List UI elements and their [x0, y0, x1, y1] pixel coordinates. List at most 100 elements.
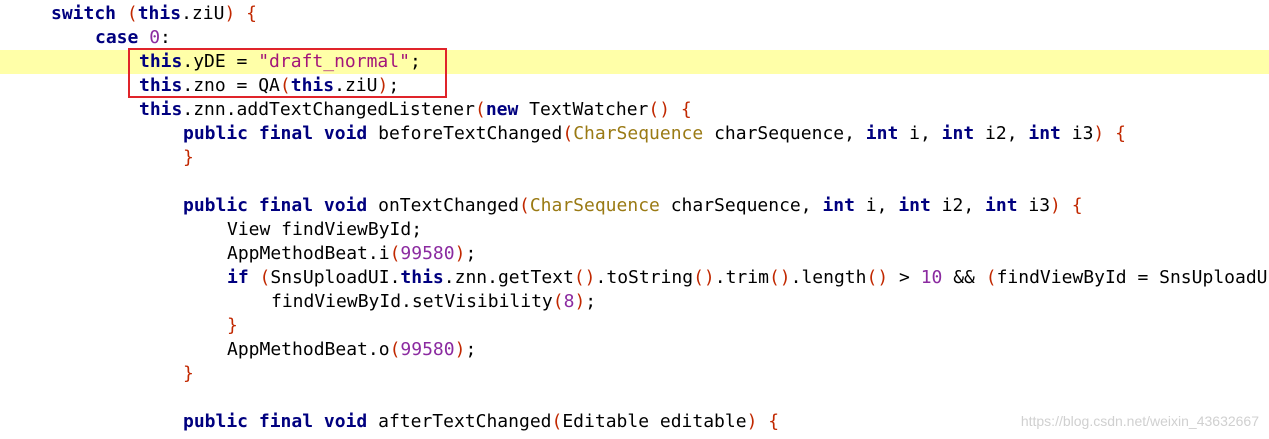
- code-token: 99580: [400, 243, 455, 264]
- code-token: .trim: [714, 267, 769, 288]
- code-token: i3: [1060, 123, 1094, 144]
- code-line[interactable]: this.zno = QA(this.ziU);: [0, 74, 1269, 98]
- code-token: SnsUploadUI.: [270, 267, 401, 288]
- code-line[interactable]: View findViewById;: [0, 218, 1269, 242]
- code-token: >: [888, 267, 921, 288]
- code-line-text: }: [183, 362, 194, 386]
- code-token: int: [941, 123, 975, 144]
- code-token: charSequence,: [659, 195, 823, 216]
- code-token: int: [985, 195, 1018, 216]
- code-line-text: public final void beforeTextChanged(Char…: [183, 122, 1126, 146]
- code-line[interactable]: case 0:: [0, 26, 1269, 50]
- code-line[interactable]: public final void onTextChanged(CharSequ…: [0, 194, 1269, 218]
- code-token: (: [279, 75, 291, 96]
- code-token: public: [183, 411, 249, 432]
- code-line-text: if (SnsUploadUI.this.znn.getText().toStr…: [227, 266, 1268, 290]
- code-token: findViewById = SnsUploadU: [996, 267, 1268, 288]
- code-token: (: [389, 339, 401, 360]
- code-line[interactable]: }: [0, 314, 1269, 338]
- code-line-text: this.zno = QA(this.ziU);: [139, 74, 399, 98]
- code-token: final: [258, 195, 314, 216]
- code-token: int: [822, 195, 855, 216]
- code-token: int: [1028, 123, 1061, 144]
- code-token: int: [865, 123, 899, 144]
- code-token: ;: [585, 291, 597, 312]
- code-line[interactable]: if (SnsUploadUI.this.znn.getText().toStr…: [0, 266, 1269, 290]
- code-token: }: [183, 363, 194, 384]
- code-token: ): [454, 339, 466, 360]
- code-line[interactable]: this.yDE = "draft_normal";: [0, 50, 1269, 74]
- code-token: {: [680, 99, 692, 120]
- code-token: this: [139, 99, 183, 120]
- code-line-text: this.znn.addTextChangedListener(new Text…: [139, 98, 692, 122]
- code-token: .toString: [595, 267, 694, 288]
- code-token: (: [126, 3, 138, 24]
- code-token: .ziU: [181, 3, 225, 24]
- code-token: (: [985, 267, 997, 288]
- code-token: (: [259, 267, 271, 288]
- code-token: this: [400, 267, 444, 288]
- code-token: i,: [854, 195, 899, 216]
- code-token: .yDE =: [182, 51, 259, 72]
- code-line-text: case 0:: [95, 26, 171, 50]
- code-token: 0: [149, 27, 161, 48]
- code-token: (): [648, 99, 671, 120]
- watermark: https://blog.csdn.net/weixin_43632667: [1020, 413, 1259, 429]
- code-line[interactable]: [0, 170, 1269, 194]
- code-token: AppMethodBeat.i: [227, 243, 390, 264]
- code-token: i2,: [974, 123, 1029, 144]
- code-token: View findViewById;: [227, 219, 423, 240]
- code-line[interactable]: }: [0, 146, 1269, 170]
- code-token: .znn.getText: [443, 267, 574, 288]
- code-token: ): [377, 75, 389, 96]
- code-token: ;: [465, 243, 477, 264]
- code-line[interactable]: [0, 386, 1269, 410]
- code-token: this: [137, 3, 182, 24]
- code-token: .zno = QA: [182, 75, 280, 96]
- code-token: void: [323, 123, 368, 144]
- code-token: }: [183, 147, 194, 168]
- code-token: void: [323, 411, 368, 432]
- code-line-text: public final void afterTextChanged(Edita…: [183, 410, 779, 434]
- code-line[interactable]: AppMethodBeat.i(99580);: [0, 242, 1269, 266]
- code-token: &&: [942, 267, 986, 288]
- code-line[interactable]: AppMethodBeat.o(99580);: [0, 338, 1269, 362]
- code-token: afterTextChanged: [367, 411, 552, 432]
- code-line-text: AppMethodBeat.i(99580);: [227, 242, 476, 266]
- code-token: case: [95, 27, 139, 48]
- code-token: :: [160, 27, 171, 48]
- code-token: {: [1115, 123, 1126, 144]
- code-token: {: [246, 3, 257, 24]
- code-token: switch: [51, 3, 117, 24]
- code-line[interactable]: public final void beforeTextChanged(Char…: [0, 122, 1269, 146]
- code-token: ): [746, 411, 758, 432]
- code-token: ;: [388, 75, 400, 96]
- code-line[interactable]: findViewById.setVisibility(8);: [0, 290, 1269, 314]
- code-line[interactable]: this.znn.addTextChangedListener(new Text…: [0, 98, 1269, 122]
- code-token: (: [552, 291, 564, 312]
- code-token: "draft_normal": [258, 51, 410, 72]
- code-token: ;: [465, 339, 477, 360]
- code-token: (: [551, 411, 563, 432]
- code-line[interactable]: switch (this.ziU) {: [0, 2, 1269, 26]
- code-editor[interactable]: switch (this.ziU) {case 0: this.yDE = "dr…: [0, 0, 1269, 439]
- code-line-text: View findViewById;: [227, 218, 422, 242]
- code-token: .znn.addTextChangedListener: [182, 99, 475, 120]
- code-line[interactable]: }: [0, 362, 1269, 386]
- code-line-text: AppMethodBeat.o(99580);: [227, 338, 476, 362]
- code-token: findViewById.setVisibility: [271, 291, 553, 312]
- code-token: {: [768, 411, 780, 432]
- code-token: ): [1050, 195, 1061, 216]
- code-line-text: findViewById.setVisibility(8);: [271, 290, 596, 314]
- code-token: ): [224, 3, 236, 24]
